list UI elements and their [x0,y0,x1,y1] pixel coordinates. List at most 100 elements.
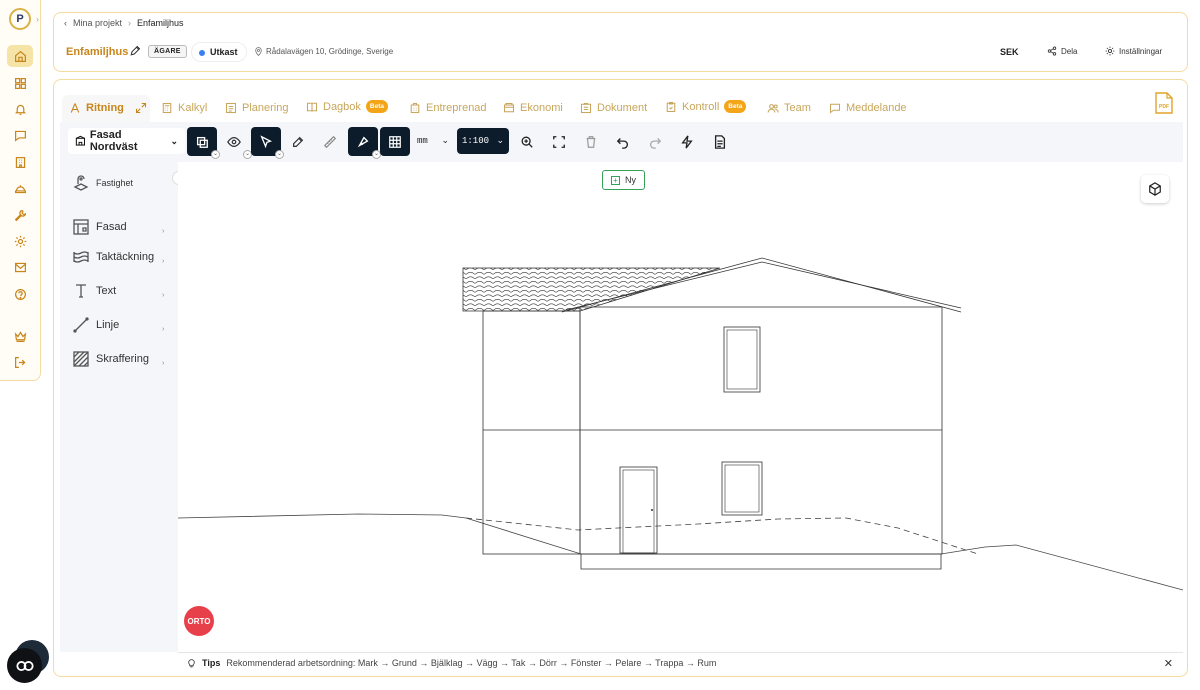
new-element-button[interactable]: + Ny [602,170,645,190]
beta-badge: Beta [365,100,389,113]
share-button[interactable]: Dela [1047,46,1077,56]
new-label: Ny [625,175,636,185]
window-lower-frame [724,464,760,513]
window-lower [721,461,763,516]
helmet-icon[interactable] [7,177,33,199]
chevron-left-icon: ‹ [64,18,67,28]
trash-icon [586,135,596,148]
copy-icon [196,136,208,148]
wrench-icon[interactable] [7,204,33,226]
tab-label: Dokument [597,102,648,114]
tab-meddelande[interactable]: Meddelande [829,102,907,114]
tab-label: Ritning [86,102,124,114]
view-selector[interactable]: Fasad Nordväst ⌄ [68,128,185,154]
drawing-canvas[interactable]: + Ny ORTO [178,162,1183,652]
mail-icon[interactable] [7,256,33,278]
tab-dokument[interactable]: Dokument [580,102,647,114]
breadcrumb-root[interactable]: Mina projekt [73,18,122,28]
redo-button[interactable] [640,127,670,156]
grid-toggle-button[interactable] [380,127,410,156]
tab-team[interactable]: Team [767,102,811,114]
grid-icon[interactable] [7,72,33,94]
line-icon [73,317,89,333]
measure-button[interactable] [315,127,345,156]
panel-item-linje[interactable]: Linje › [73,317,164,333]
building-icon[interactable] [7,151,33,173]
expand-icon[interactable] [135,102,147,114]
chevron-right-icon[interactable]: › [162,326,164,333]
tips-label: Tips [202,657,221,668]
delete-button[interactable] [576,127,606,156]
auto-generate-button[interactable] [672,127,702,156]
home-icon[interactable] [7,45,33,67]
document-icon [580,102,592,114]
ruler-icon [323,135,337,148]
layers-button[interactable]: ⌄ [187,127,220,159]
chevron-right-icon[interactable]: › [162,258,164,265]
panel-item-fasad[interactable]: Fasad › [73,219,164,235]
zoom-button[interactable] [512,127,542,156]
report-button[interactable] [705,127,735,156]
pdf-export-icon[interactable]: PDF [1155,92,1173,114]
chevron-right-icon[interactable]: › [36,14,39,24]
panel-item-skraffering[interactable]: Skraffering › [73,351,164,367]
facade-icon [75,135,85,146]
help-icon[interactable] [7,283,33,305]
roof-tiles-icon [73,251,89,263]
settings-button[interactable]: Inställningar [1105,46,1162,56]
tab-label: Team [784,102,811,114]
text-icon [76,284,86,298]
chevron-right-icon[interactable]: › [162,228,164,235]
tab-ekonomi[interactable]: Ekonomi [503,102,563,114]
pipette-button[interactable] [283,127,313,156]
crown-icon[interactable] [7,325,33,347]
currency-selector[interactable]: SEK [1000,47,1019,57]
lightbulb-icon [188,658,195,667]
gear-icon [1105,46,1115,56]
hatch-icon [73,351,89,367]
chevron-right-icon[interactable]: › [162,292,164,299]
tab-entreprenad[interactable]: Entreprenad [409,102,487,114]
3d-view-button[interactable] [1141,175,1169,203]
close-icon[interactable]: ✕ [1164,657,1173,670]
ortho-toggle-button[interactable]: ORTO [184,606,214,636]
panel-item-text[interactable]: Text › [73,283,164,299]
panel-item-fastighet[interactable]: Fastighet [73,175,133,191]
scale-selector[interactable]: 1:100 ⌄ [457,128,509,154]
book-icon [306,102,318,112]
panel-item-taktackning[interactable]: Taktäckning › [73,249,164,265]
tab-dagbok[interactable]: Dagbok Beta [306,100,389,113]
tab-label: Meddelande [846,102,907,114]
select-tool-button[interactable]: ⌄ [251,127,284,159]
bell-icon[interactable] [7,98,33,120]
cookie-consent-button[interactable] [7,648,42,683]
undo-button[interactable] [608,127,638,156]
project-header: ‹ Mina projekt › Enfamiljhus Enfamiljhus… [53,12,1188,72]
users-icon [767,104,779,113]
main-workspace: Ritning Kalkyl Planering Dagbok Beta Ent… [53,79,1188,677]
logout-icon[interactable] [7,351,33,373]
tab-ritning[interactable]: Ritning [69,102,147,114]
tab-kalkyl[interactable]: Kalkyl [161,102,207,114]
fullscreen-icon [553,135,565,148]
tab-kontroll[interactable]: Kontroll Beta [665,100,747,113]
tab-label: Dagbok [323,100,361,113]
unit-selector[interactable]: mm ⌄ [412,129,454,153]
building-icon [410,102,420,114]
element-panel: ‹ Fastighet Fasad › Taktäckning › Text › [60,162,186,652]
fit-view-button[interactable] [544,127,574,156]
chevron-right-icon[interactable]: › [162,360,164,367]
visibility-button[interactable]: ⌄ [219,127,252,159]
chat-icon[interactable] [7,124,33,146]
tab-planering[interactable]: Planering [225,102,288,114]
lightning-icon [681,134,693,149]
app-logo[interactable]: P [9,8,31,30]
facade-drawing[interactable] [178,162,1183,652]
panel-item-label: Text [96,285,117,297]
status-badge[interactable]: Utkast [191,42,247,62]
pencil-icon[interactable] [129,45,141,57]
foundation [580,554,942,570]
snap-button[interactable]: ⌄ [348,127,381,159]
tab-label: Kontroll [682,100,720,113]
gear-icon[interactable] [7,230,33,252]
